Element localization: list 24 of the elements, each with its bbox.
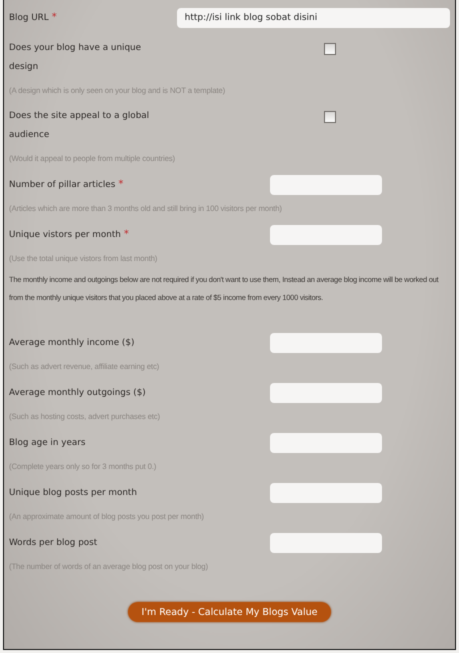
input-field[interactable] [270,533,382,553]
required-mark: * [52,12,57,23]
checkbox[interactable] [324,43,336,55]
input-field[interactable] [270,433,382,453]
input-field[interactable] [270,483,382,503]
field-label: Average monthly income ($) [9,337,136,350]
input-field[interactable] [270,225,382,245]
field-label: Blog age in years [9,437,86,450]
input-field[interactable]: http://isi link blog sobat disini [176,8,450,28]
field-label: Number of pillar articles [9,180,116,190]
field-label: Does your blog have a unique design [9,42,142,74]
field-label: Does the site appeal to a global audience [9,110,150,142]
field-label: Unique vistors per month [9,230,121,240]
required-mark: * [124,229,129,240]
input-field[interactable] [270,175,382,195]
input-field[interactable] [270,333,382,353]
required-mark: * [118,179,124,190]
calculate-button[interactable]: I'm Ready - Calculate My Blogs Value [128,602,332,622]
input-field[interactable] [270,383,382,403]
field-label: Blog URL [9,13,49,23]
field-label: Words per blog post [9,537,98,550]
field-label: Unique blog posts per month [9,487,138,500]
checkbox[interactable] [324,111,336,123]
field-label: Average monthly outgoings ($) [9,387,147,400]
